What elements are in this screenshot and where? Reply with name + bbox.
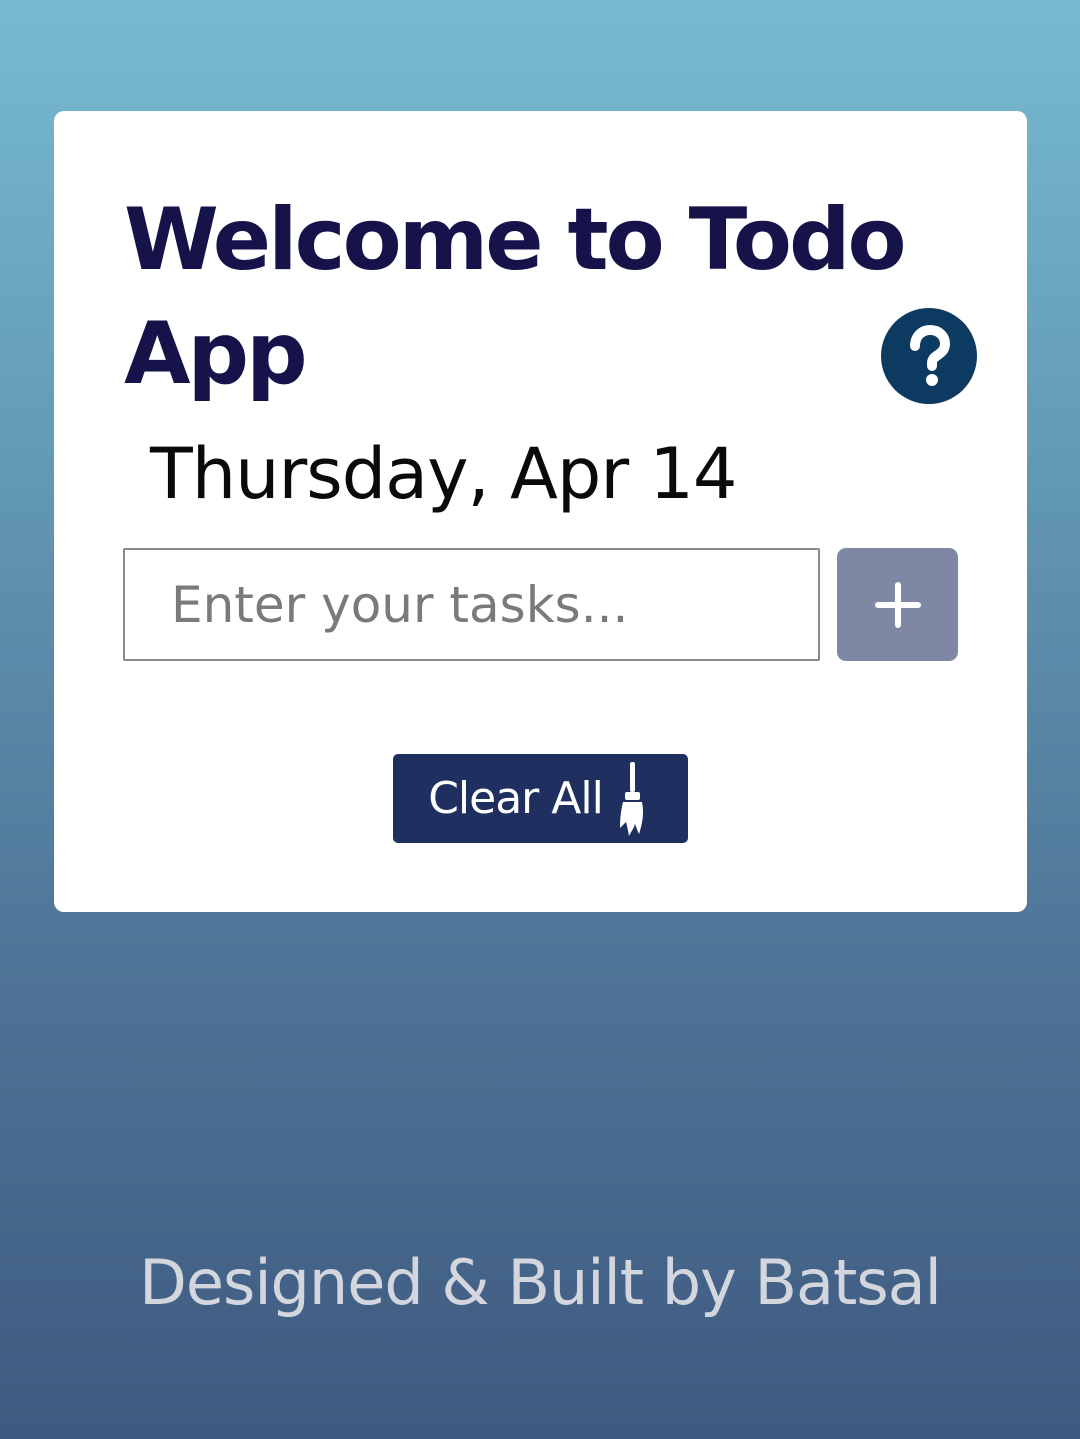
clear-all-label: Clear All bbox=[428, 773, 604, 824]
app-title: Welcome to Todo App bbox=[124, 190, 907, 404]
help-button[interactable] bbox=[881, 308, 977, 404]
plus-icon bbox=[874, 581, 921, 628]
task-input[interactable] bbox=[123, 548, 820, 661]
todo-card: Welcome to Todo App Thursday, Apr 14 Cle… bbox=[54, 111, 1027, 912]
broom-icon bbox=[619, 761, 643, 836]
footer-credit: Designed & Built by Batsal bbox=[139, 1246, 942, 1319]
clear-all-button[interactable]: Clear All bbox=[393, 754, 688, 843]
add-task-button[interactable] bbox=[837, 548, 958, 661]
current-date: Thursday, Apr 14 bbox=[150, 433, 737, 515]
question-mark-icon bbox=[910, 324, 951, 386]
